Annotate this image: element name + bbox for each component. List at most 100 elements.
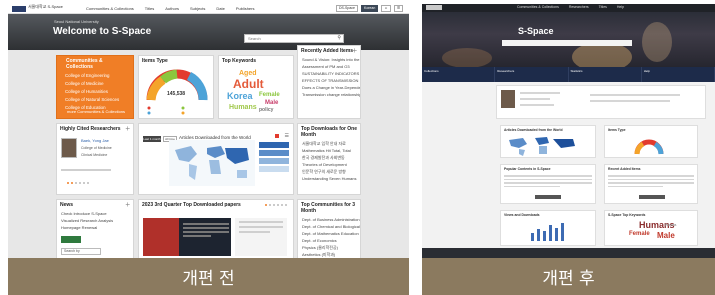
community-rank-item[interactable]: Dept. of Business Administration [298,216,360,223]
logo-text: 서울대학교 S-Space [28,4,63,9]
plus-icon[interactable]: + [125,124,130,133]
plus-icon[interactable]: + [125,200,130,209]
community-item[interactable]: College of Humanities [57,88,133,96]
community-rank-item[interactable]: Dept. of Economics [298,237,360,244]
quarter-papers-card: 2023 3rd Quarter Top Downloaded papers [138,199,294,258]
after-caption: 개편 후 [422,258,715,295]
nav-publishers[interactable]: Publishers [236,6,255,11]
snu-logo-icon[interactable] [426,5,442,10]
researcher-avatar[interactable] [61,138,77,158]
download-item[interactable]: 한국 경제발전과 사회변동 [298,154,360,161]
tab-last-month[interactable]: Last 1 month [143,136,161,142]
recent-item[interactable]: Sound & Vision: Insights into the [298,56,360,63]
top-bar: 서울대학교 S-Space Communities & Collections … [8,4,409,14]
download-item[interactable]: Mathematics Hit Total, Total [298,147,360,154]
more-button[interactable] [535,195,561,199]
keyword[interactable]: Female [629,231,650,237]
communities-title[interactable]: Communities & Collections [57,56,133,72]
top-downloads-title: Top Downloads for One Month [301,126,358,138]
nav-titles[interactable]: Titles [145,6,154,11]
download-item[interactable]: Theories of Development [298,161,360,168]
paper-thumbnail [143,218,179,256]
user-icon[interactable]: ☺ [381,5,391,12]
keyword[interactable]: Female [259,92,280,98]
keyword[interactable]: Korea [665,223,676,227]
keywords-card: S-Space Top Keywords Humans Female Male … [604,210,698,246]
community-rank-item[interactable]: Aesthetics (미학과) [298,251,360,258]
carousel-dots[interactable] [265,204,287,206]
community-item[interactable]: College of Engineering [57,72,133,80]
sherpa-logo-icon[interactable] [61,236,81,243]
nav-titles[interactable]: Titles [599,5,607,9]
researcher-strip [496,85,706,119]
map-title: Articles Downloaded from the World [504,128,563,132]
snu-logo-icon[interactable] [12,6,26,12]
plus-icon[interactable]: + [352,46,357,55]
search-input[interactable]: Search ⚲ [244,34,344,43]
news-item[interactable]: Check Introduce S-Space [57,210,133,217]
keyword[interactable]: Humans [229,104,257,111]
recent-item[interactable]: EFFECTS OF TRANSMISSION [298,77,360,84]
recent-item[interactable]: SUSTAINABILITY INDICATORS FOR [298,70,360,77]
search-by-select[interactable]: Search by [61,248,101,255]
keyword[interactable]: Aged [239,70,257,77]
world-map-graphic[interactable] [501,134,596,158]
community-item[interactable]: College of Medicine [57,80,133,88]
hero-subtitle: Seoul National University [54,19,99,24]
more-button[interactable] [639,195,665,199]
community-rank-item[interactable]: Dept. of Mathematics Education [298,230,360,237]
language-select[interactable]: Korean [360,5,379,12]
keyword[interactable]: policy [259,108,273,113]
top-communities-card: Top Communities for 3 Month Dept. of Bus… [297,199,361,258]
nav-researchers[interactable]: Researchers [569,5,589,9]
nav-communities[interactable]: Communities & Collections [517,5,559,9]
text-line [61,169,111,171]
more-communities-link[interactable]: more Communities & Collections [67,109,125,114]
tab-statistics[interactable]: Statistics [569,67,642,82]
carousel-dots[interactable] [67,182,89,184]
recent-item[interactable]: Does a Change in Year-Dependent [298,84,360,91]
menu-icon[interactable]: ☰ [285,133,289,139]
keyword[interactable]: Male [657,232,675,240]
tab-collections[interactable]: Collections [422,67,496,82]
item-type-card: Items Type 145,538 [138,55,214,119]
nav-communities[interactable]: Communities & Collections [86,6,134,11]
community-item[interactable]: College of Natural Sciences [57,96,133,104]
keyword[interactable]: Korea [227,92,253,101]
researcher-name[interactable]: Baek, Yong Jae [81,138,109,143]
featured-paper-banner[interactable] [143,218,231,256]
news-item[interactable]: Visualized Research Analysis [57,217,133,224]
keyword[interactable]: Adult [233,78,264,90]
news-card: News + Check Introduce S-Space Visualize… [56,199,134,258]
nav-date[interactable]: Date [216,6,224,11]
nav-help[interactable]: Help [617,5,624,9]
main-nav: Communities & Collections Titles Authors… [86,6,255,11]
world-map[interactable] [169,140,255,186]
menu-icon[interactable]: ☰ [393,5,403,12]
community-rank-item[interactable]: Dept. of Chemical and Biological [298,223,360,230]
download-item[interactable]: Understanding Seven Humans [298,175,360,182]
map-card: Articles Downloaded from the World [500,125,596,158]
community-rank-item[interactable]: Physics (물리학전공) [298,244,360,251]
tab-help[interactable]: Help [642,67,715,82]
top-keywords-title: Top Keywords [222,58,257,64]
world-map-graphic [175,146,249,180]
download-item[interactable]: 인문학 연구의 새로운 방향 [298,168,360,175]
nav-subjects[interactable]: Subjects [190,6,205,11]
news-item[interactable]: Homepage Renewal [57,224,133,231]
keyword[interactable]: Male [265,100,278,106]
researcher-avatar[interactable] [501,90,515,108]
dspace-link[interactable]: DS-Space [336,5,358,12]
news-title: News [60,202,74,208]
paper-summary [183,222,229,239]
nav-authors[interactable]: Authors [165,6,179,11]
search-icon[interactable]: ⚲ [337,35,341,42]
recent-item[interactable]: Assessment of PM and O3 [298,63,360,70]
after-screenshot: Communities & Collections Researchers Ti… [422,4,715,258]
tab-researchers[interactable]: Researchers [495,67,569,82]
top-keywords-card: Top Keywords Aged Adult Korea Female Mal… [218,55,294,119]
recent-title: Recent Added Items [608,167,641,171]
download-item[interactable]: 서울대학교 입학 안내 자료 [298,140,360,147]
recent-item[interactable]: Transmission change relationship [298,91,360,98]
search-input[interactable] [502,40,632,46]
